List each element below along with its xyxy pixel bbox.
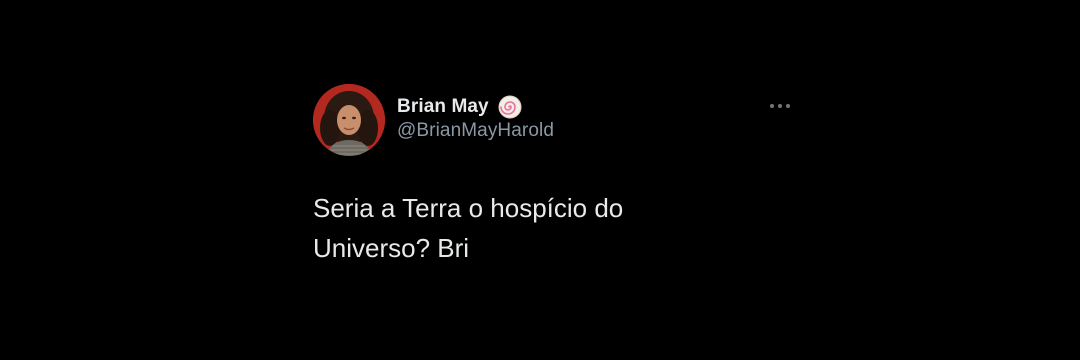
tweet-text: Seria a Terra o hospício do Universo? Br… — [313, 193, 624, 263]
avatar-image — [313, 84, 385, 156]
swirl-badge-icon — [498, 95, 522, 119]
author-handle[interactable]: @BrianMayHarold — [397, 120, 554, 142]
author-avatar[interactable] — [313, 84, 385, 156]
tweet-card: Brian May @BrianMayHarold Seria a Terra … — [0, 0, 1080, 360]
author-display-name[interactable]: Brian May — [397, 96, 489, 118]
author-name-row: Brian May — [397, 95, 522, 119]
more-horizontal-icon[interactable] — [766, 96, 794, 116]
